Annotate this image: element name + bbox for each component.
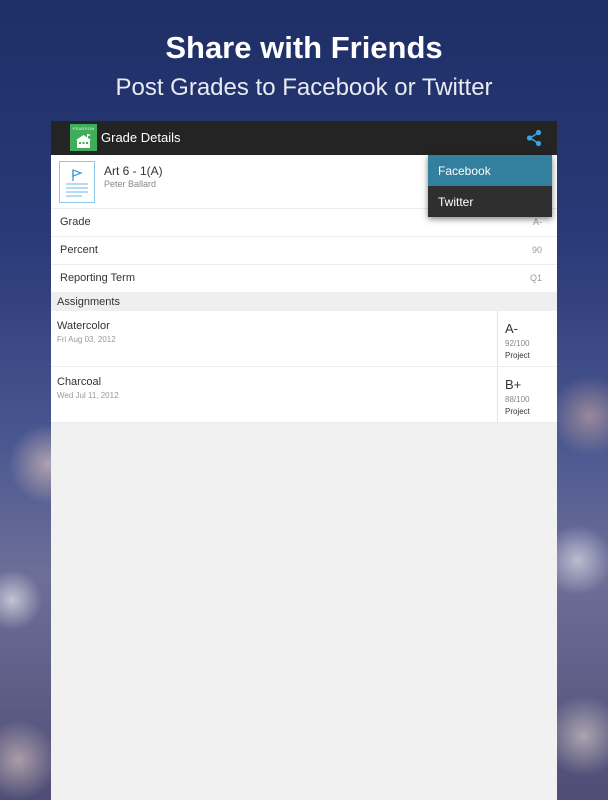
detail-row-reporting-term: Reporting Term Q1 — [51, 264, 557, 293]
promo-headline: Share with Friends — [165, 30, 443, 65]
assignment-score: 92/100 — [505, 339, 530, 348]
assignment-score: 88/100 — [505, 395, 530, 404]
menu-item-label: Twitter — [438, 195, 474, 209]
assignment-name: Charcoal — [57, 376, 102, 388]
detail-row-percent: Percent 90 — [51, 236, 557, 265]
action-bar: PEARSON Grade Details — [51, 121, 557, 155]
assignment-grade: B+ — [505, 377, 522, 392]
app-screen: PEARSON Grade Details Art 6 - 1(A) Peter… — [51, 121, 557, 800]
screen-title: Grade Details — [101, 130, 181, 145]
menu-item-label: Facebook — [438, 164, 491, 178]
promo-subheadline: Post Grades to Facebook or Twitter — [115, 74, 493, 101]
school-icon — [76, 134, 91, 148]
document-icon — [59, 161, 95, 203]
course-title: Art 6 - 1(A) — [104, 164, 163, 178]
teacher-name: Peter Ballard — [104, 179, 157, 189]
detail-label: Percent — [60, 244, 98, 256]
app-logo[interactable]: PEARSON — [70, 124, 97, 151]
assignment-date: Fri Aug 03, 2012 — [57, 335, 116, 344]
detail-value: A- — [533, 217, 542, 227]
share-icon[interactable] — [525, 129, 543, 147]
detail-value: Q1 — [529, 273, 542, 283]
menu-item-twitter[interactable]: Twitter — [428, 186, 552, 217]
detail-label: Grade — [60, 216, 91, 228]
detail-value: 90 — [531, 245, 542, 255]
assignment-type: Project — [505, 407, 530, 416]
assignment-type: Project — [505, 351, 530, 360]
assignments-section-header: Assignments — [51, 292, 557, 311]
detail-label: Reporting Term — [60, 272, 135, 284]
menu-item-facebook[interactable]: Facebook — [428, 155, 552, 186]
assignment-row[interactable]: Charcoal Wed Jul 11, 2012 B+ 88/100 Proj… — [51, 367, 557, 423]
assignment-row[interactable]: Watercolor Fri Aug 03, 2012 A- 92/100 Pr… — [51, 311, 557, 367]
assignment-grade-box: A- 92/100 Project — [497, 311, 558, 366]
assignment-name: Watercolor — [57, 320, 110, 332]
section-title: Assignments — [57, 296, 120, 308]
logo-brand-text: PEARSON — [72, 126, 95, 131]
assignment-date: Wed Jul 11, 2012 — [57, 391, 119, 400]
assignment-grade: A- — [505, 321, 518, 336]
assignment-grade-box: B+ 88/100 Project — [497, 367, 558, 422]
share-menu: Facebook Twitter — [428, 155, 552, 217]
